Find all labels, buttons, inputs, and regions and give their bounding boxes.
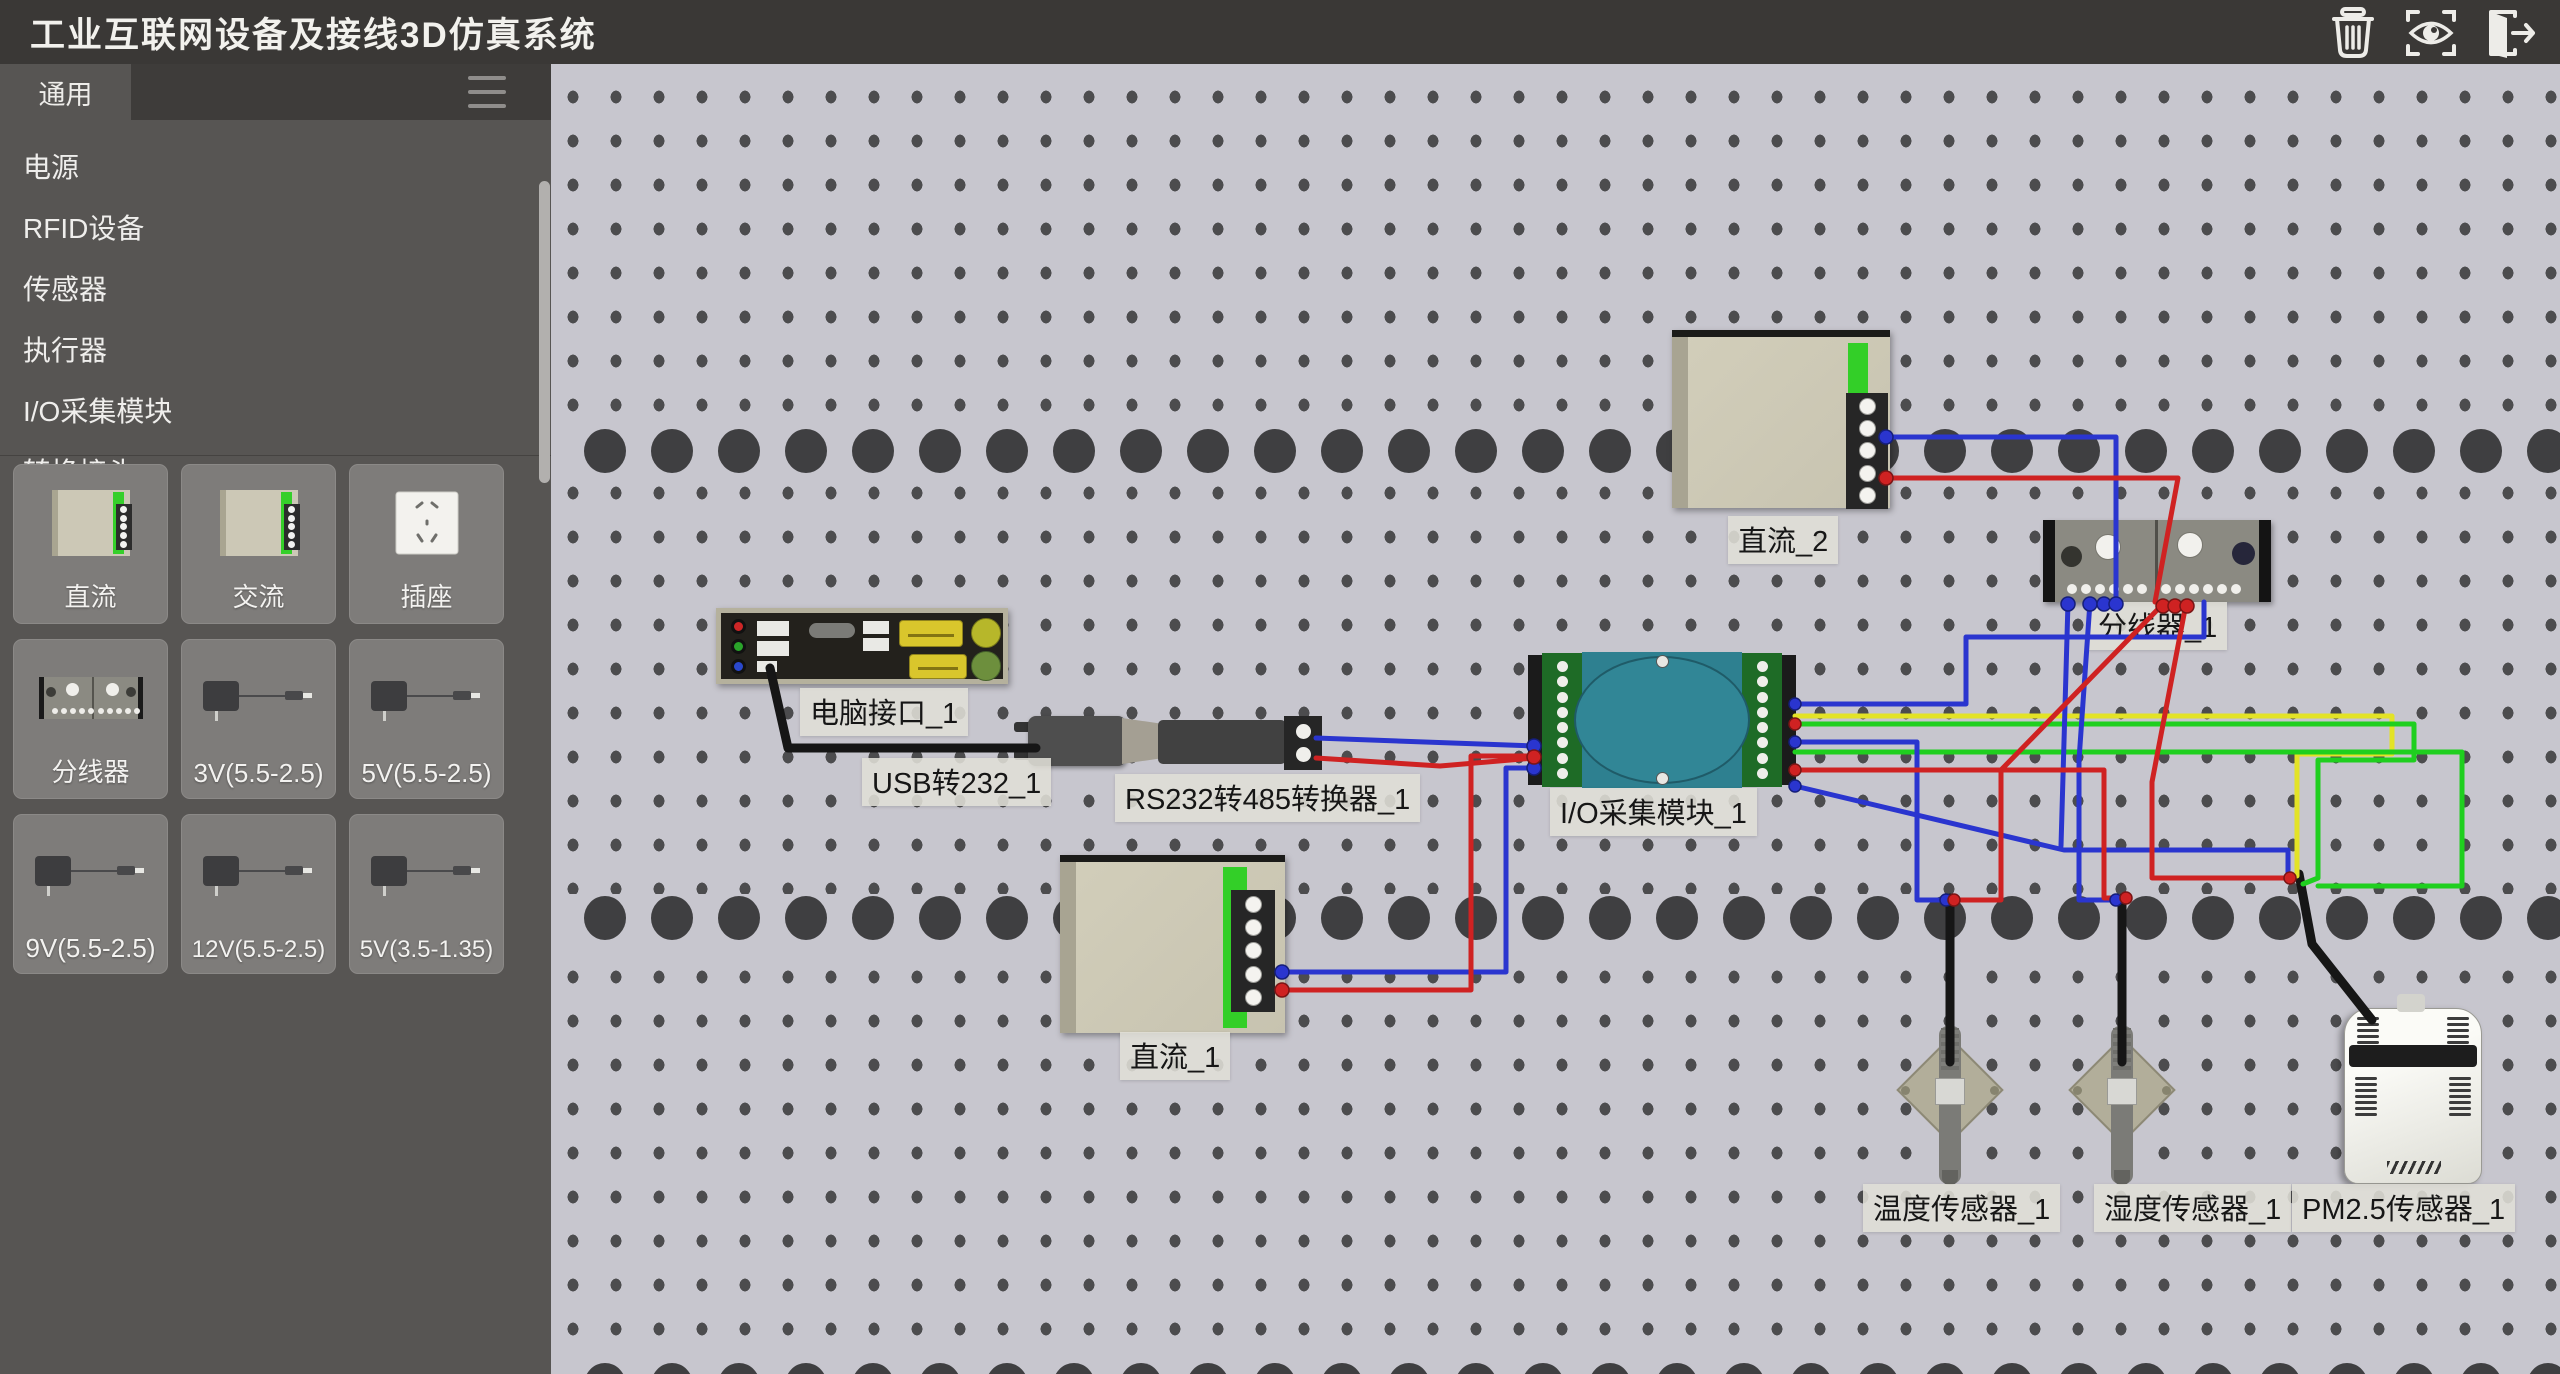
app-title: 工业互联网设备及接线3D仿真系统 bbox=[30, 7, 597, 58]
adapter-thumbnail bbox=[14, 815, 167, 931]
splitter-thumbnail bbox=[14, 640, 167, 756]
category-list: 电源 RFID设备 传感器 执行器 I/O采集模块 转换接头 bbox=[0, 120, 551, 456]
yellow-wire[interactable] bbox=[1795, 716, 2392, 876]
sidebar-tabstrip: 通用 bbox=[0, 64, 551, 120]
sidebar-item-sensor[interactable]: 传感器 bbox=[0, 268, 551, 329]
device-palette: 直流 交流 插座 bbox=[0, 456, 551, 974]
sidebar-item-actuator[interactable]: 执行器 bbox=[0, 329, 551, 390]
palette-item-12v[interactable]: 12V(5.5-2.5) bbox=[181, 814, 336, 974]
hamburger-icon[interactable] bbox=[468, 76, 506, 108]
sidebar-item-io-module[interactable]: I/O采集模块 bbox=[0, 390, 551, 451]
device-pc-interface-1[interactable] bbox=[716, 608, 1008, 684]
device-temperature-sensor-1[interactable] bbox=[1895, 1020, 2005, 1188]
palette-item-ac[interactable]: 交流 bbox=[181, 464, 336, 624]
top-bar: 工业互联网设备及接线3D仿真系统 bbox=[0, 0, 2560, 64]
device-usb-to-232-1[interactable] bbox=[1028, 710, 1328, 776]
device-io-module-1[interactable] bbox=[1528, 652, 1796, 788]
device-dc-power-2[interactable] bbox=[1672, 330, 1890, 508]
dc-thumbnail bbox=[14, 465, 167, 581]
label-usb232: USB转232_1 bbox=[862, 758, 1051, 806]
simulation-canvas[interactable]: 直流_2 电脑接口_1 USB转232_1 RS232转485转换器_1 I/O… bbox=[551, 64, 2560, 1374]
adapter-thumbnail bbox=[182, 640, 335, 756]
adapter-thumbnail bbox=[350, 640, 503, 756]
socket-thumbnail bbox=[350, 465, 503, 581]
palette-item-splitter[interactable]: 分线器 bbox=[13, 639, 168, 799]
palette-item-5v-small[interactable]: 5V(3.5-1.35) bbox=[349, 814, 504, 974]
ac-thumbnail bbox=[182, 465, 335, 581]
sidebar-item-rfid[interactable]: RFID设备 bbox=[0, 207, 551, 268]
palette-item-dc[interactable]: 直流 bbox=[13, 464, 168, 624]
preview-icon[interactable] bbox=[2402, 6, 2460, 60]
pegboard-band bbox=[551, 427, 2560, 475]
label-dc1: 直流_1 bbox=[1120, 1032, 1230, 1080]
device-rs232-to-485-1[interactable] bbox=[1158, 720, 1286, 764]
green-wire[interactable] bbox=[1795, 724, 2462, 886]
label-pc-interface: 电脑接口_1 bbox=[800, 688, 968, 736]
label-temperature: 温度传感器_1 bbox=[1863, 1184, 2060, 1232]
label-splitter: 分线器_1 bbox=[2088, 602, 2227, 650]
exit-icon[interactable] bbox=[2480, 6, 2538, 60]
tab-general[interactable]: 通用 bbox=[0, 64, 131, 120]
label-humidity: 湿度传感器_1 bbox=[2094, 1184, 2291, 1232]
device-humidity-sensor-1[interactable] bbox=[2067, 1020, 2177, 1188]
sidebar-item-power[interactable]: 电源 bbox=[0, 146, 551, 207]
device-splitter-1[interactable] bbox=[2043, 520, 2271, 602]
label-dc2: 直流_2 bbox=[1728, 516, 1838, 564]
adapter-thumbnail bbox=[182, 815, 335, 931]
label-io-module: I/O采集模块_1 bbox=[1550, 788, 1757, 836]
device-pm25-sensor-1[interactable] bbox=[2344, 1008, 2482, 1184]
pegboard-band bbox=[551, 894, 2560, 942]
app-window: 工业互联网设备及接线3D仿真系统 bbox=[0, 0, 2560, 1374]
palette-item-9v[interactable]: 9V(5.5-2.5) bbox=[13, 814, 168, 974]
palette-item-socket[interactable]: 插座 bbox=[349, 464, 504, 624]
sidebar: 通用 电源 RFID设备 传感器 执行器 I/O采集模块 转换接头 直流 交流 bbox=[0, 64, 551, 1374]
delete-icon[interactable] bbox=[2324, 6, 2382, 60]
device-dc-power-1[interactable] bbox=[1060, 855, 1285, 1033]
palette-item-3v[interactable]: 3V(5.5-2.5) bbox=[181, 639, 336, 799]
sidebar-scrollbar[interactable] bbox=[539, 181, 550, 483]
palette-item-5v[interactable]: 5V(5.5-2.5) bbox=[349, 639, 504, 799]
label-rs232-485: RS232转485转换器_1 bbox=[1115, 774, 1420, 822]
label-pm25: PM2.5传感器_1 bbox=[2292, 1184, 2515, 1232]
toolbar bbox=[2324, 6, 2538, 60]
pegboard-band bbox=[551, 1361, 2560, 1374]
adapter-thumbnail bbox=[350, 815, 503, 931]
